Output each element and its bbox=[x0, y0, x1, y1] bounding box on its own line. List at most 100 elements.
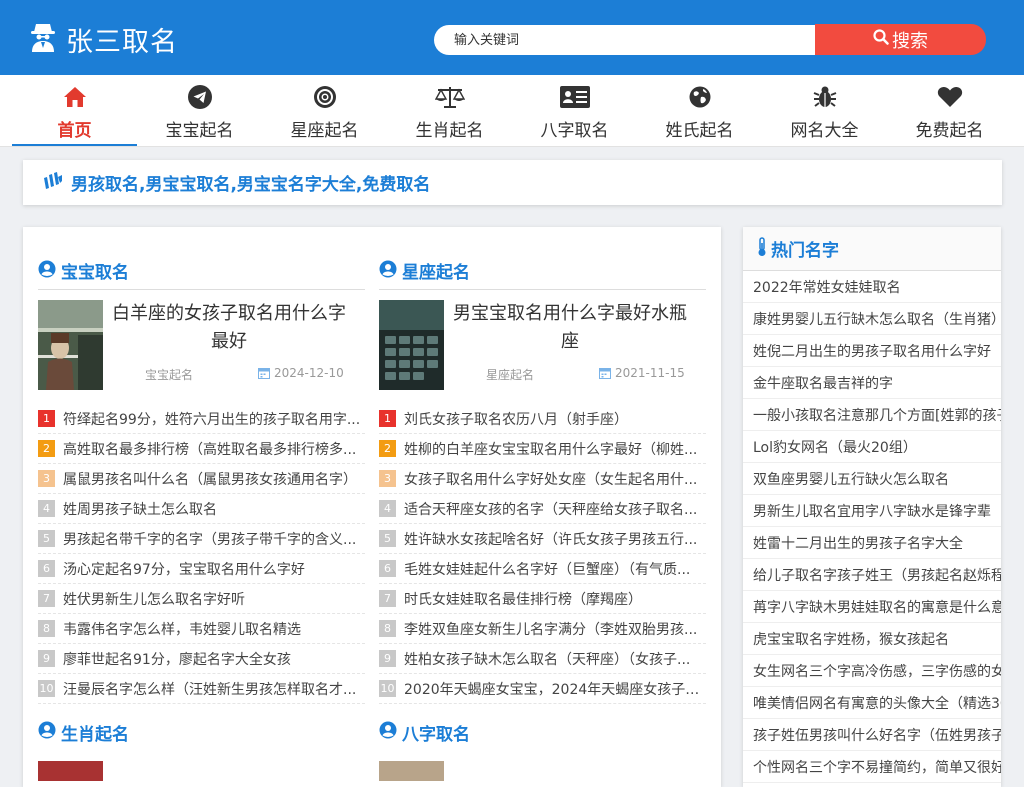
rank-badge: 5 bbox=[38, 530, 55, 547]
search-button-label: 搜索 bbox=[892, 30, 928, 52]
nav-item-home[interactable]: 首页 bbox=[12, 75, 137, 146]
search-icon bbox=[873, 29, 892, 50]
rank-badge: 8 bbox=[379, 620, 396, 637]
section-title[interactable]: 八字取名 bbox=[402, 720, 470, 745]
calendar-icon bbox=[599, 368, 611, 379]
section-constellation-naming: 星座起名 男宝宝取名用什么字最好水瓶座 星座起名 2021-11-15 1 刘氏女… bbox=[379, 252, 706, 704]
calendar-icon bbox=[258, 368, 270, 379]
section-baby-naming: 宝宝取名 白羊座的女孩子取名用什么字最好 宝宝起名 2024-12-10 1 符绎… bbox=[38, 252, 365, 704]
list-item[interactable]: Lol豹女网名（最火20组） bbox=[743, 431, 1001, 463]
featured-article[interactable]: 男宝宝取名用什么字最好水瓶座 星座起名 2021-11-15 bbox=[379, 300, 706, 404]
rank-badge: 5 bbox=[379, 530, 396, 547]
rank-badge: 7 bbox=[379, 590, 396, 607]
list-item[interactable]: 一般小孩取名注意那几个方面[姓郭的孩子取名] bbox=[743, 399, 1001, 431]
section-header: 八字取名 bbox=[379, 713, 706, 751]
bug-icon bbox=[762, 86, 887, 108]
user-icon bbox=[379, 721, 397, 743]
search-input[interactable] bbox=[434, 25, 818, 55]
page-title: 男孩取名,男宝宝取名,男宝宝名字大全,免费取名 bbox=[71, 175, 431, 195]
list-item[interactable]: 给儿子取名字孩子姓王（男孩起名赵烁程） bbox=[743, 559, 1001, 591]
rank-badge: 10 bbox=[379, 680, 396, 697]
list-item[interactable]: 9 姓柏女孩子缺木怎么取名（天秤座）（女孩子... bbox=[379, 644, 706, 674]
detective-icon bbox=[30, 22, 56, 56]
list-item[interactable]: 7 时氏女娃娃取名最佳排行榜（摩羯座） bbox=[379, 584, 706, 614]
site-header: 张三取名 搜索 bbox=[0, 0, 1024, 75]
section-header: 生肖起名 bbox=[38, 713, 365, 751]
home-icon bbox=[12, 86, 137, 108]
article-thumbnail[interactable] bbox=[38, 300, 103, 390]
sidebar-title: 热门名字 bbox=[771, 241, 839, 261]
rank-badge: 3 bbox=[379, 470, 396, 487]
list-item[interactable]: 9 廖菲世起名91分，廖起名字大全女孩 bbox=[38, 644, 365, 674]
list-item[interactable]: 虎宝宝取名字姓杨，猴女孩起名 bbox=[743, 623, 1001, 655]
list-item[interactable]: 8 韦露伟名字怎么样，韦姓婴儿取名精选 bbox=[38, 614, 365, 644]
article-thumbnail[interactable] bbox=[379, 761, 444, 781]
list-item[interactable]: 1 刘氏女孩子取名农历八月（射手座） bbox=[379, 404, 706, 434]
rank-badge: 8 bbox=[38, 620, 55, 637]
article-category[interactable]: 宝宝起名 bbox=[145, 366, 193, 383]
list-item[interactable]: 2022年常姓女娃娃取名 bbox=[743, 271, 1001, 303]
rank-badge: 3 bbox=[38, 470, 55, 487]
heart-icon bbox=[887, 86, 1012, 108]
list-item[interactable]: 8 李姓双鱼座女新生儿名字满分（李姓双胎男孩... bbox=[379, 614, 706, 644]
nav-item-bazi-naming[interactable]: 八字取名 bbox=[512, 75, 637, 146]
list-item[interactable]: 5 姓许缺水女孩起啥名好（许氏女孩子男孩五行... bbox=[379, 524, 706, 554]
section-title[interactable]: 生肖起名 bbox=[61, 720, 129, 745]
main-content: 宝宝取名 白羊座的女孩子取名用什么字最好 宝宝起名 2024-12-10 1 符绎… bbox=[23, 227, 721, 787]
list-item[interactable]: 康姓男婴儿五行缺木怎么取名（生肖猪） bbox=[743, 303, 1001, 335]
main-nav: 首页 宝宝起名 星座起名 生肖起名 八字取名 姓氏起名 网名大全 免费起名 bbox=[0, 75, 1024, 147]
id-card-icon bbox=[512, 86, 637, 108]
list-item[interactable]: 2 高姓取名最多排行榜（高姓取名最多排行榜多... bbox=[38, 434, 365, 464]
site-logo[interactable]: 张三取名 bbox=[30, 20, 178, 58]
list-item[interactable]: 2 姓柳的白羊座女宝宝取名用什么字最好（柳姓... bbox=[379, 434, 706, 464]
rank-badge: 1 bbox=[379, 410, 396, 427]
list-item[interactable]: 4 姓周男孩子缺土怎么取名 bbox=[38, 494, 365, 524]
list-item[interactable]: 双鱼座男婴儿五行缺火怎么取名 bbox=[743, 463, 1001, 495]
list-item[interactable]: 个性网名三个字不易撞简约，简单又很好听 bbox=[743, 751, 1001, 783]
globe-icon bbox=[637, 86, 762, 108]
article-list: 1 符绎起名99分，姓符六月出生的孩子取名用字... 2 高姓取名最多排行榜（高姓取… bbox=[38, 404, 365, 704]
list-item[interactable]: 5 男孩起名带千字的名字（男孩子带千字的含义... bbox=[38, 524, 365, 554]
list-item[interactable]: 女生网名三个字高冷伤感，三字伤感的女生网名 bbox=[743, 655, 1001, 687]
featured-article[interactable]: 白羊座的女孩子取名用什么字最好 宝宝起名 2024-12-10 bbox=[38, 300, 365, 404]
article-thumbnail[interactable] bbox=[38, 761, 103, 781]
list-item[interactable]: 唯美情侣网名有寓意的头像大全（精选30个） bbox=[743, 687, 1001, 719]
nav-item-free-naming[interactable]: 免费起名 bbox=[887, 75, 1012, 146]
article-list: 1 刘氏女孩子取名农历八月（射手座） 2 姓柳的白羊座女宝宝取名用什么字最好（柳姓.… bbox=[379, 404, 706, 704]
article-title[interactable]: 白羊座的女孩子取名用什么字最好 bbox=[108, 300, 350, 356]
nav-item-surname-naming[interactable]: 姓氏起名 bbox=[637, 75, 762, 146]
rank-badge: 6 bbox=[38, 560, 55, 577]
article-category[interactable]: 星座起名 bbox=[486, 366, 534, 383]
list-item[interactable]: 姓倪二月出生的男孩子取名用什么字好 bbox=[743, 335, 1001, 367]
article-title[interactable]: 男宝宝取名用什么字最好水瓶座 bbox=[449, 300, 691, 356]
article-thumbnail[interactable] bbox=[379, 300, 444, 390]
section-title[interactable]: 星座起名 bbox=[402, 258, 470, 283]
list-item[interactable]: 1 符绎起名99分，姓符六月出生的孩子取名用字... bbox=[38, 404, 365, 434]
list-item[interactable]: 姓雷十二月出生的男孩子名字大全 bbox=[743, 527, 1001, 559]
list-item[interactable]: 金牛座取名最吉祥的字 bbox=[743, 367, 1001, 399]
nav-item-constellation-naming[interactable]: 星座起名 bbox=[262, 75, 387, 146]
list-item[interactable]: 4 适合天秤座女孩的名字（天秤座给女孩子取名... bbox=[379, 494, 706, 524]
page-title-bar: 男孩取名,男宝宝取名,男宝宝名字大全,免费取名 bbox=[23, 160, 1002, 205]
list-item[interactable]: 10 2020年天蝎座女宝宝，2024年天蝎座女孩子取... bbox=[379, 674, 706, 704]
list-item[interactable]: 男新生儿取名宜用字八字缺水是锋字辈 bbox=[743, 495, 1001, 527]
nav-item-nicknames[interactable]: 网名大全 bbox=[762, 75, 887, 146]
list-item[interactable]: 3 属鼠男孩名叫什么名（属鼠男孩女孩通用名字） bbox=[38, 464, 365, 494]
rank-badge: 7 bbox=[38, 590, 55, 607]
bars-logo-icon bbox=[43, 171, 63, 194]
list-item[interactable]: 10 汪曼辰名字怎么样（汪姓新生男孩怎样取名才... bbox=[38, 674, 365, 704]
nav-item-baby-naming[interactable]: 宝宝起名 bbox=[137, 75, 262, 146]
search-button[interactable]: 搜索 bbox=[815, 24, 986, 55]
list-item[interactable]: 6 毛姓女娃娃起什么名字好（巨蟹座）（有气质... bbox=[379, 554, 706, 584]
hot-names-sidebar: 热门名字 2022年常姓女娃娃取名 康姓男婴儿五行缺木怎么取名（生肖猪） 姓倪二… bbox=[743, 227, 1001, 787]
nav-item-zodiac-naming[interactable]: 生肖起名 bbox=[387, 75, 512, 146]
section-title[interactable]: 宝宝取名 bbox=[61, 258, 129, 283]
list-item[interactable]: 孩子姓伍男孩叫什么好名字（伍姓男孩子名字） bbox=[743, 719, 1001, 751]
list-item[interactable]: 7 姓伏男新生儿怎么取名字好听 bbox=[38, 584, 365, 614]
user-icon bbox=[38, 721, 56, 743]
section-header: 星座起名 bbox=[379, 252, 706, 290]
list-item[interactable]: 6 汤心定起名97分，宝宝取名用什么字好 bbox=[38, 554, 365, 584]
list-item[interactable]: 苒字八字缺木男娃娃取名的寓意是什么意思 bbox=[743, 591, 1001, 623]
section-bazi-naming: 八字取名 bbox=[379, 713, 706, 781]
list-item[interactable]: 3 女孩子取名用什么字好处女座（女生起名用什... bbox=[379, 464, 706, 494]
